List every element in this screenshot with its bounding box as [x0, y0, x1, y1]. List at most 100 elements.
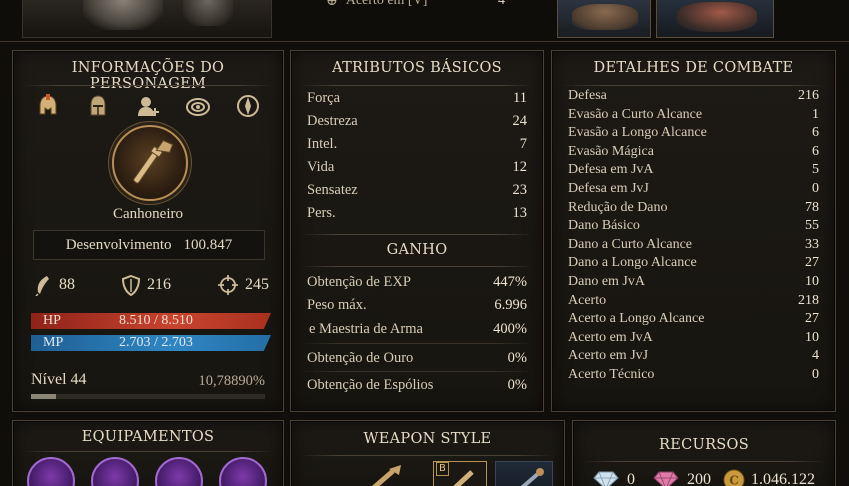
svg-text:C: C — [729, 474, 739, 486]
basic-attributes-title: ATRIBUTOS BÁSICOS — [332, 60, 502, 76]
attribute-row-wisdom: Sensatez 23 — [307, 182, 527, 198]
feather-icon — [35, 276, 49, 296]
character-tab-bar — [35, 93, 261, 119]
class-name: Canhoneiro — [113, 206, 183, 222]
combat-row: Acerto 218 — [568, 293, 819, 309]
diamond-icon — [593, 471, 619, 486]
gain-row-loot: Obtenção de Espólios 0% — [307, 377, 527, 393]
combat-row-value: 0 — [812, 367, 819, 382]
weapon-slot-c[interactable] — [495, 461, 553, 486]
mount-slot-1[interactable] — [557, 0, 651, 38]
combat-row-label: Evasão a Curto Alcance — [568, 106, 703, 122]
gain-row-exp: Obtenção de EXP 447% — [307, 274, 527, 290]
level-progress-bar — [31, 394, 265, 399]
crosshair-icon — [218, 275, 238, 295]
crosshair-icon: ⊕ — [326, 0, 338, 9]
equipment-slot-2[interactable] — [91, 457, 139, 486]
character-info-panel: INFORMAÇÕES DO PERSONAGEM Canhoneiro Des… — [12, 50, 284, 412]
weapon-slot-b[interactable]: B — [433, 461, 487, 486]
combat-row: Acerto em JvA 10 — [568, 330, 819, 346]
hp-label: HP — [43, 313, 61, 328]
combat-row-label: Evasão a Longo Alcance — [568, 125, 707, 141]
combat-row: Dano a Longo Alcance 27 — [568, 255, 819, 271]
weapon-style-title: WEAPON STYLE — [363, 431, 492, 447]
combat-row: Dano Básico 55 — [568, 218, 819, 234]
combat-row: Defesa em JvA 5 — [568, 162, 819, 178]
combat-details-panel: DETALHES DE COMBATE Defesa 216 Evasão a Cu… — [551, 50, 836, 412]
equipment-slot-3[interactable] — [155, 457, 203, 486]
combat-row-value: 4 — [812, 348, 819, 364]
character-info-title: INFORMAÇÕES DO PERSONAGEM — [71, 60, 225, 92]
cannon-gun-icon — [133, 139, 174, 184]
combat-row-label: Defesa em JvA — [568, 162, 654, 178]
mp-label: MP — [43, 335, 64, 350]
combat-row-label: Dano Básico — [568, 218, 640, 234]
beast-legs-image — [83, 0, 163, 30]
combat-row-value: 55 — [805, 218, 819, 234]
weapon-slot-a[interactable] — [343, 459, 419, 486]
speed-stat-value: 88 — [59, 276, 75, 293]
attribute-row-perception: Pers. 13 — [307, 205, 527, 221]
equipment-slot-1[interactable] — [27, 457, 75, 486]
accuracy-stat-value: 245 — [245, 276, 269, 293]
combat-row-label: Dano a Longo Alcance — [568, 255, 697, 271]
gain-row-gold: Obtenção de Ouro 0% — [307, 350, 527, 366]
gain-row-weapon-mastery: e Maestria de Arma 400% — [309, 321, 527, 337]
character-portrait-partial — [22, 0, 272, 38]
combat-row-label: Acerto em JvJ — [568, 348, 649, 364]
combat-row: Evasão Mágica 6 — [568, 144, 819, 160]
character-plus-icon[interactable] — [135, 93, 161, 119]
equipment-slot-4[interactable] — [219, 457, 267, 486]
mp-value: 2.703 / 2.703 — [119, 335, 193, 350]
combat-row-label: Dano a Curto Alcance — [568, 236, 693, 252]
level-progress-fill — [31, 394, 57, 399]
combat-row-label: Defesa — [568, 88, 607, 103]
combat-row-value: 27 — [805, 311, 819, 327]
stat-icon-row: 88 216 245 — [33, 273, 269, 297]
swirl-orb-icon[interactable] — [185, 93, 211, 119]
compass-emblem-icon[interactable] — [235, 93, 261, 119]
combat-row-label: Dano em JvA — [568, 274, 645, 289]
mount-slot-2[interactable] — [656, 0, 774, 38]
gold-value: 1.046.122 — [751, 471, 815, 486]
combat-row: Acerto a Longo Alcance 27 — [568, 311, 819, 327]
combat-row-value: 78 — [805, 199, 819, 215]
level-label: Nível 44 — [31, 371, 87, 388]
development-label: Desenvolvimento — [65, 236, 172, 253]
combat-row: Redução de Dano 78 — [568, 200, 819, 216]
combat-row: Acerto Técnico 0 — [568, 367, 819, 383]
partial-stat-value: 4 — [498, 0, 505, 8]
combat-row: Defesa em JvJ 0 — [568, 181, 819, 197]
gold-coin-icon: C — [723, 469, 745, 486]
combat-row-label: Redução de Dano — [568, 199, 668, 215]
partial-stat-label: Acerto em [V] — [345, 0, 428, 8]
combat-row-value: 6 — [812, 125, 819, 141]
combat-row-value: 1 — [812, 106, 819, 122]
equipment-title: EQUIPAMENTOS — [81, 429, 215, 445]
development-value: 100.847 — [183, 236, 233, 253]
combat-row-value: 27 — [805, 255, 819, 271]
combat-row-label: Acerto em JvA — [568, 329, 653, 345]
combat-row: Evasão a Curto Alcance 1 — [568, 107, 819, 123]
combat-row-value: 6 — [812, 143, 819, 159]
combat-row-value: 10 — [805, 274, 819, 289]
weapon-style-panel: WEAPON STYLE B — [290, 420, 565, 486]
development-box: Desenvolvimento 100.847 — [33, 230, 265, 260]
gain-title: GANHO — [386, 242, 448, 258]
attribute-row-dexterity: Destreza 24 — [307, 113, 527, 129]
resources-panel: RECURSOS 0 200 C 1.046.122 — [572, 420, 836, 486]
combat-row: Acerto em JvJ 4 — [568, 348, 819, 364]
mp-bar: MP 2.703 / 2.703 — [31, 335, 271, 351]
top-strip: ⊕ Acerto em [V] 4 — [0, 0, 849, 42]
defense-stat-value: 216 — [147, 276, 171, 293]
class-medallion — [112, 125, 188, 201]
attribute-row-vitality: Vida 12 — [307, 159, 527, 175]
knight-helmet-icon[interactable] — [85, 93, 111, 119]
combat-row-value: 33 — [805, 236, 819, 252]
combat-row-value: 10 — [805, 329, 819, 345]
pink-gem-value: 200 — [687, 471, 711, 486]
pink-gem-icon — [653, 471, 679, 486]
resource-items: 0 200 C 1.046.122 — [593, 469, 815, 486]
combat-row: Dano a Curto Alcance 33 — [568, 237, 819, 253]
spartan-helmet-icon[interactable] — [35, 93, 61, 119]
